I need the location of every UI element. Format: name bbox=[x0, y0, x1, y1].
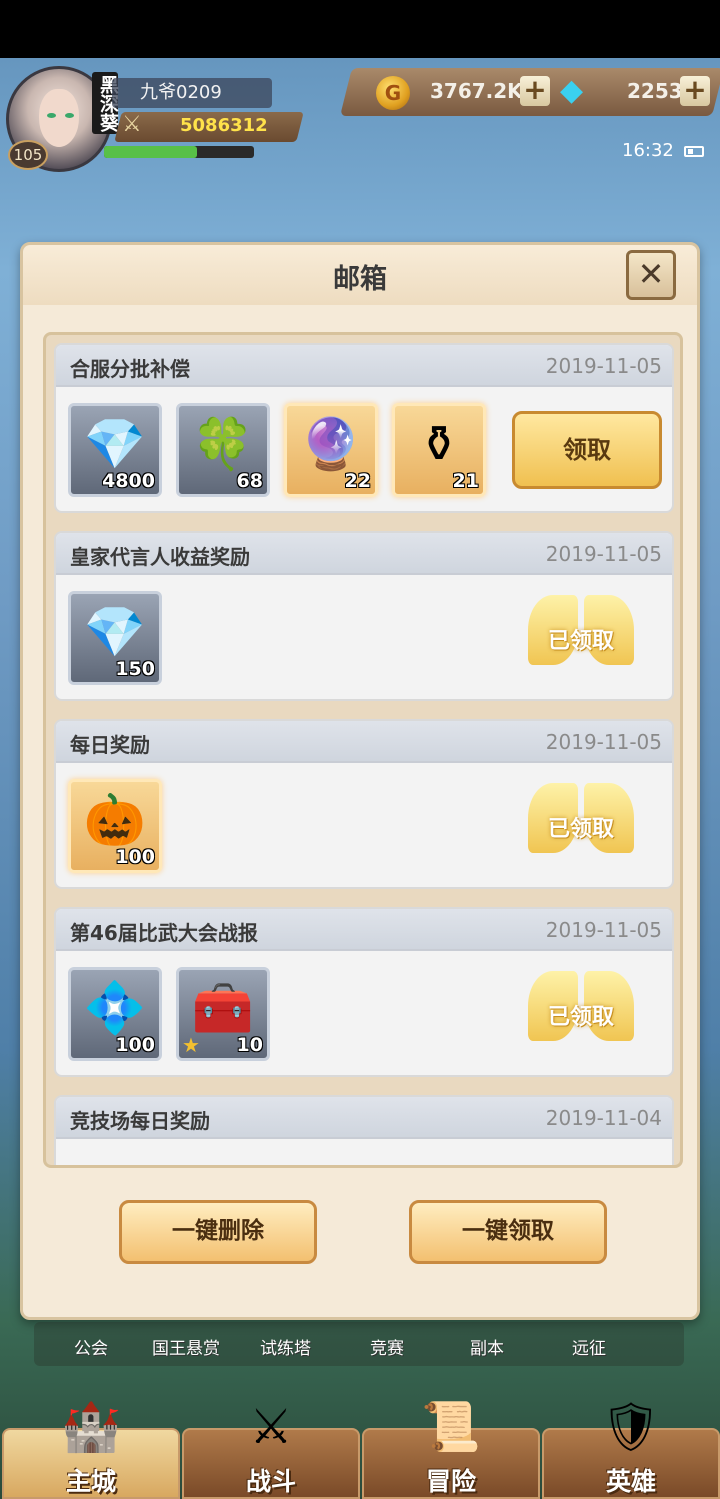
item-count: 100 bbox=[115, 846, 155, 868]
level-badge: 105 bbox=[8, 140, 48, 170]
reward-slot[interactable]: 💠 100 bbox=[68, 967, 162, 1061]
mail-title: 合服分批补偿 bbox=[70, 357, 190, 381]
claim-all-button[interactable]: 一键领取 bbox=[409, 1200, 607, 1264]
mail-header: 第46届比武大会战报 2019-11-05 bbox=[56, 909, 672, 951]
clock: 16:32 bbox=[622, 140, 674, 161]
reward-slot[interactable]: 🍀 68 bbox=[176, 403, 270, 497]
mail-dialog: 邮箱 ✕ 合服分批补偿 2019-11-05 💎 4800 🍀 68 🔮 22 … bbox=[20, 242, 700, 1320]
gold-coin-icon: G bbox=[376, 76, 410, 110]
exp-fill bbox=[104, 146, 197, 158]
gold-value: 3767.2K bbox=[430, 79, 523, 103]
claimed-badge: 已领取 bbox=[526, 965, 636, 1063]
claimed-label: 已领取 bbox=[547, 629, 614, 654]
hero-icon: 🛡 bbox=[600, 1399, 662, 1455]
claimed-label: 已领取 bbox=[547, 817, 614, 842]
mail-date: 2019-11-05 bbox=[545, 918, 662, 942]
mail-item[interactable]: 每日奖励 2019-11-05 🎃 100 已领取 bbox=[54, 719, 674, 889]
item-count: 150 bbox=[115, 658, 155, 680]
clover-icon: 🍀 bbox=[191, 415, 255, 473]
potion-icon: ⚱ bbox=[418, 415, 460, 473]
mail-header: 竞技场每日奖励 2019-11-04 bbox=[56, 1097, 672, 1139]
tab-battle-label: 战斗 bbox=[245, 1467, 296, 1496]
star-icon: ★ bbox=[182, 1033, 200, 1057]
reward-slot[interactable]: 💎 4800 bbox=[68, 403, 162, 497]
item-count: 21 bbox=[452, 470, 479, 492]
claim-button[interactable]: 领取 bbox=[512, 411, 662, 489]
mail-body: 💠 100 🧰 ★ 10 已领取 bbox=[56, 951, 672, 1075]
castle-icon: 🏰 bbox=[61, 1399, 121, 1455]
add-gold-button[interactable]: + bbox=[520, 76, 550, 106]
diamond-icon: 💎 bbox=[83, 415, 147, 473]
sub-nav-trial-tower[interactable]: 试练塔 bbox=[260, 1334, 311, 1359]
mail-item[interactable]: 竞技场每日奖励 2019-11-04 bbox=[54, 1095, 674, 1165]
sub-nav-expedition[interactable]: 远征 bbox=[572, 1334, 606, 1359]
mail-date: 2019-11-05 bbox=[545, 730, 662, 754]
avatar-face bbox=[39, 89, 79, 147]
dialog-header: 邮箱 ✕ bbox=[23, 245, 697, 305]
tab-adventure-label: 冒险 bbox=[425, 1467, 476, 1496]
crossed-swords-icon: ⚔ bbox=[122, 112, 142, 137]
close-button[interactable]: ✕ bbox=[626, 250, 676, 300]
mail-title: 第46届比武大会战报 bbox=[70, 921, 258, 945]
claimed-label: 已领取 bbox=[547, 1005, 614, 1030]
reward-slot[interactable]: 🧰 ★ 10 bbox=[176, 967, 270, 1061]
mail-title: 每日奖励 bbox=[70, 733, 150, 757]
tab-main-city-label: 主城 bbox=[65, 1467, 116, 1496]
mail-date: 2019-11-04 bbox=[545, 1106, 662, 1130]
reward-slot[interactable]: 🔮 22 bbox=[284, 403, 378, 497]
sub-nav-dungeon[interactable]: 副本 bbox=[470, 1334, 504, 1359]
mail-header: 每日奖励 2019-11-05 bbox=[56, 721, 672, 763]
chest-icon: 🧰 bbox=[191, 979, 255, 1037]
item-count: 4800 bbox=[102, 470, 155, 492]
power-value: 5086312 bbox=[180, 115, 268, 136]
add-gem-button[interactable]: + bbox=[680, 76, 710, 106]
mail-item[interactable]: 合服分批补偿 2019-11-05 💎 4800 🍀 68 🔮 22 ⚱ 21 … bbox=[54, 343, 674, 513]
mail-date: 2019-11-05 bbox=[545, 354, 662, 378]
sub-nav-contest[interactable]: 竞赛 bbox=[370, 1334, 404, 1359]
sub-nav-bounty[interactable]: 国王悬赏 bbox=[152, 1334, 220, 1359]
mail-item[interactable]: 皇家代言人收益奖励 2019-11-05 💎 150 已领取 bbox=[54, 531, 674, 701]
player-name: 九爷0209 bbox=[112, 78, 272, 108]
mail-date: 2019-11-05 bbox=[545, 542, 662, 566]
item-count: 100 bbox=[115, 1034, 155, 1056]
mail-item[interactable]: 第46届比武大会战报 2019-11-05 💠 100 🧰 ★ 10 已领取 bbox=[54, 907, 674, 1077]
mail-body: 🎃 100 已领取 bbox=[56, 763, 672, 887]
mail-body: 💎 4800 🍀 68 🔮 22 ⚱ 21 领取 bbox=[56, 387, 672, 511]
dialog-title: 邮箱 bbox=[333, 264, 387, 295]
mail-body: 💎 150 已领取 bbox=[56, 575, 672, 699]
gem-value: 2253 bbox=[627, 79, 683, 103]
item-count: 10 bbox=[236, 1034, 263, 1056]
scroll-icon: 📜 bbox=[421, 1399, 481, 1455]
mail-title: 竞技场每日奖励 bbox=[70, 1109, 210, 1133]
battery-icon bbox=[684, 146, 704, 157]
avatar-eye bbox=[65, 113, 74, 118]
item-count: 22 bbox=[344, 470, 371, 492]
reward-slot[interactable]: 🎃 100 bbox=[68, 779, 162, 873]
pumpkin-icon: 🎃 bbox=[83, 791, 147, 849]
mail-title: 皇家代言人收益奖励 bbox=[70, 545, 250, 569]
crystal-icon: 🔮 bbox=[299, 415, 363, 473]
delete-all-button[interactable]: 一键删除 bbox=[119, 1200, 317, 1264]
blue-crystal-icon: 💠 bbox=[83, 979, 147, 1037]
reward-slot[interactable]: ⚱ 21 bbox=[392, 403, 486, 497]
reward-slot[interactable]: 💎 150 bbox=[68, 591, 162, 685]
claimed-badge: 已领取 bbox=[526, 589, 636, 687]
sub-nav-guild[interactable]: 公会 bbox=[74, 1334, 108, 1359]
tab-heroes-label: 英雄 bbox=[605, 1467, 656, 1496]
avatar-eye bbox=[47, 113, 56, 118]
gem-icon: ◆ bbox=[560, 73, 584, 108]
mail-header: 皇家代言人收益奖励 2019-11-05 bbox=[56, 533, 672, 575]
diamond-icon: 💎 bbox=[83, 603, 147, 661]
exp-bar bbox=[104, 146, 254, 158]
claimed-badge: 已领取 bbox=[526, 777, 636, 875]
mail-list[interactable]: 合服分批补偿 2019-11-05 💎 4800 🍀 68 🔮 22 ⚱ 21 … bbox=[43, 332, 683, 1168]
item-count: 68 bbox=[236, 470, 263, 492]
swords-icon: ⚔ bbox=[249, 1399, 293, 1455]
mail-header: 合服分批补偿 2019-11-05 bbox=[56, 345, 672, 387]
status-strip bbox=[0, 0, 720, 58]
